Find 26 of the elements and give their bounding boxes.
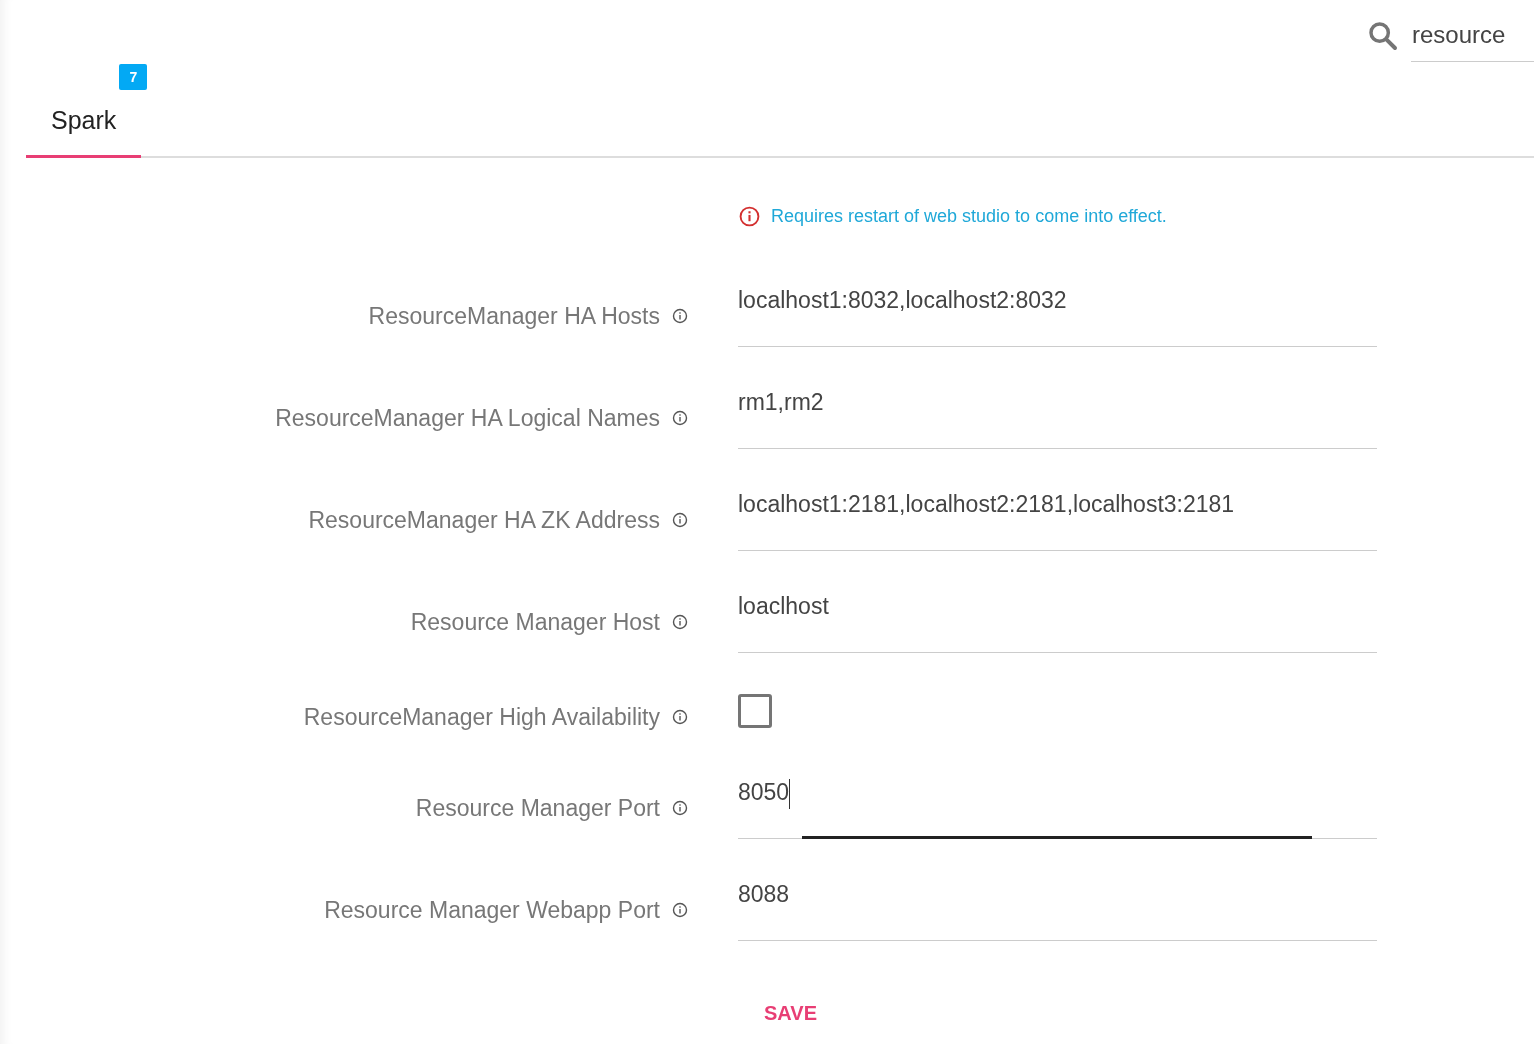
info-icon: [672, 614, 688, 630]
info-icon: [672, 512, 688, 528]
checkbox[interactable]: [738, 694, 772, 728]
info-icon: [739, 206, 760, 227]
info-icon: [672, 709, 688, 725]
text-field[interactable]: 8050: [738, 766, 1377, 868]
field-label: Resource Manager Webapp Port: [324, 896, 660, 924]
info-icon: [672, 902, 688, 918]
field-label: ResourceManager High Availability: [303, 703, 660, 731]
field-label: Resource Manager Host: [410, 608, 660, 636]
info-icon: [672, 800, 688, 816]
text-field[interactable]: rm1,rm2: [738, 376, 1377, 478]
field-label: ResourceManager HA Hosts: [368, 302, 660, 330]
field-label: Resource Manager Port: [415, 794, 660, 822]
text-field[interactable]: 8088: [738, 868, 1377, 970]
info-icon: [672, 308, 688, 324]
restart-notice: Requires restart of web studio to come into effect.: [771, 206, 1167, 227]
save-button[interactable]: SAVE: [738, 994, 843, 1033]
field-label: ResourceManager HA Logical Names: [275, 404, 660, 432]
text-field[interactable]: localhost1:8032,localhost2:8032: [738, 274, 1377, 376]
search-icon: [1367, 20, 1399, 52]
text-field[interactable]: loaclhost: [738, 580, 1377, 682]
field-label: ResourceManager HA ZK Address: [308, 506, 660, 534]
info-icon: [672, 410, 688, 426]
text-field[interactable]: localhost1:2181,localhost2:2181,localhost3:2181: [738, 478, 1377, 580]
count-badge: 7: [119, 64, 148, 90]
